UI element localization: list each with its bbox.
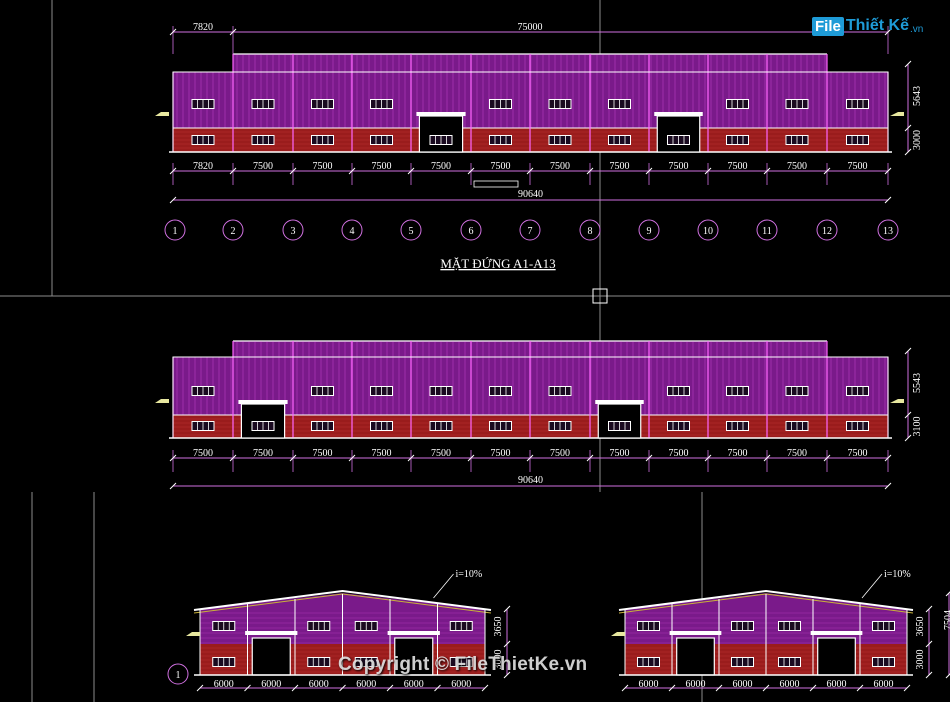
height-text: 7504	[943, 610, 950, 630]
dimension-text: 6000	[874, 679, 894, 690]
slope-leader	[861, 573, 883, 599]
rolling-door	[676, 637, 715, 676]
rolling-door	[418, 115, 464, 153]
dimension-text: 7500	[372, 161, 392, 172]
elevation-rear: 7500 7500 7500 7500 7500 7500 7500 7500 7500 7500…	[155, 340, 923, 490]
dimension-text: 6000	[686, 679, 706, 690]
dimension-text: 6000	[827, 679, 847, 690]
dimension-text: 7500	[491, 161, 511, 172]
elevation1-title: MẶT ĐỨNG A1-A13	[440, 256, 555, 271]
dimension-text: 7500	[431, 161, 451, 172]
slope-leader	[433, 573, 454, 599]
height-text: 3000	[915, 650, 926, 670]
door-canopy	[238, 400, 288, 404]
dimension-text: 75000	[518, 22, 543, 33]
dimension-text: 7500	[253, 448, 273, 459]
rain-outlet	[890, 112, 904, 116]
sheet-marker	[473, 180, 519, 188]
dimension-text: 7500	[610, 448, 630, 459]
grid-axis-label: 12	[822, 226, 832, 237]
logo-text: Thiết Kế	[845, 17, 909, 34]
dimension-text: 7500	[728, 161, 748, 172]
rain-outlet	[155, 112, 169, 116]
dimension-text: 7820	[193, 161, 213, 172]
grid-axis-label: 9	[647, 226, 652, 237]
elevation-a1-a13: 7820 7500 7500 7500 7500 7500 7500 7500 7500 7500…	[155, 22, 923, 241]
grid-axis-label: 1	[176, 670, 181, 681]
door-canopy	[387, 631, 440, 635]
dimension-text: 7500	[193, 448, 213, 459]
dimension-text: 7500	[491, 448, 511, 459]
slope-label: i=10%	[884, 569, 911, 580]
dimension-text: 7500	[848, 161, 868, 172]
filethietke-logo[interactable]: File Thiết Kế .vn	[812, 14, 923, 38]
height-text: 3000	[912, 130, 923, 150]
grid-axis-label: 11	[762, 226, 772, 237]
slope-label: i=10%	[456, 569, 483, 580]
dimension-text: 7500	[253, 161, 273, 172]
height-text: 3650	[915, 617, 926, 637]
dimension-text: 7500	[550, 448, 570, 459]
height-text: 3650	[493, 617, 504, 637]
dimension-text: 6000	[309, 679, 329, 690]
height-text: 5643	[912, 86, 923, 106]
rain-outlet	[890, 399, 904, 403]
total-dimension-text: 90640	[518, 189, 543, 200]
dimension-text: 7500	[550, 161, 570, 172]
dimension-text: 6000	[404, 679, 424, 690]
rolling-door	[251, 637, 291, 676]
gable-elevation-2: i=10% 6000 6000 6000 6000 6000 6000 3000 3650 750…	[611, 569, 950, 692]
rain-outlet	[186, 632, 200, 636]
height-text: 3100	[912, 417, 923, 437]
dimension-text: 7500	[787, 161, 807, 172]
cad-drawing-canvas[interactable]: 7820 7500 7500 7500 7500 7500 7500 7500 7500 7500…	[0, 0, 950, 702]
door-canopy	[595, 400, 644, 404]
dimension-text: 7500	[610, 161, 630, 172]
dimension-text: 6000	[261, 679, 281, 690]
grid-axis-label: 4	[350, 226, 355, 237]
door-canopy	[810, 631, 863, 635]
dimension-text: 7500	[313, 161, 333, 172]
grid-axis-label: 3	[291, 226, 296, 237]
grid-axis-label: 5	[409, 226, 414, 237]
dimension-text: 7500	[372, 448, 392, 459]
copyright-watermark: Copyright © FileThietKe.vn	[338, 654, 588, 675]
logo-domain: .vn	[909, 23, 924, 35]
dimension-text: 6000	[451, 679, 471, 690]
grid-axis-label: 1	[173, 226, 178, 237]
dimension-text: 6000	[356, 679, 376, 690]
door-canopy	[245, 631, 298, 635]
dimension-text: 7500	[848, 448, 868, 459]
dimension-text: 7500	[787, 448, 807, 459]
dimension-text: 7500	[728, 448, 748, 459]
grid-axis-label: 7	[528, 226, 533, 237]
grid-axis-label: 13	[883, 226, 893, 237]
grid-axis-label: 10	[703, 226, 713, 237]
rolling-door	[817, 637, 856, 676]
logo-box-text: File	[812, 16, 844, 36]
dimension-text: 7500	[313, 448, 333, 459]
dimension-text: 7820	[193, 22, 213, 33]
rolling-door	[656, 115, 701, 153]
dimension-text: 6000	[214, 679, 234, 690]
total-dimension-text: 90640	[518, 475, 543, 486]
dimension-text: 6000	[639, 679, 659, 690]
dimension-text: 7500	[669, 161, 689, 172]
dimension-text: 6000	[780, 679, 800, 690]
grid-axis-label: 8	[588, 226, 593, 237]
dimension-text: 7500	[669, 448, 689, 459]
rain-outlet	[611, 632, 625, 636]
grid-axis-label: 2	[231, 226, 236, 237]
grid-axis-label: 6	[469, 226, 474, 237]
dimension-text: 6000	[733, 679, 753, 690]
rain-outlet	[155, 399, 169, 403]
height-text: 5543	[912, 373, 923, 393]
door-canopy	[669, 631, 722, 635]
dimension-text: 7500	[431, 448, 451, 459]
